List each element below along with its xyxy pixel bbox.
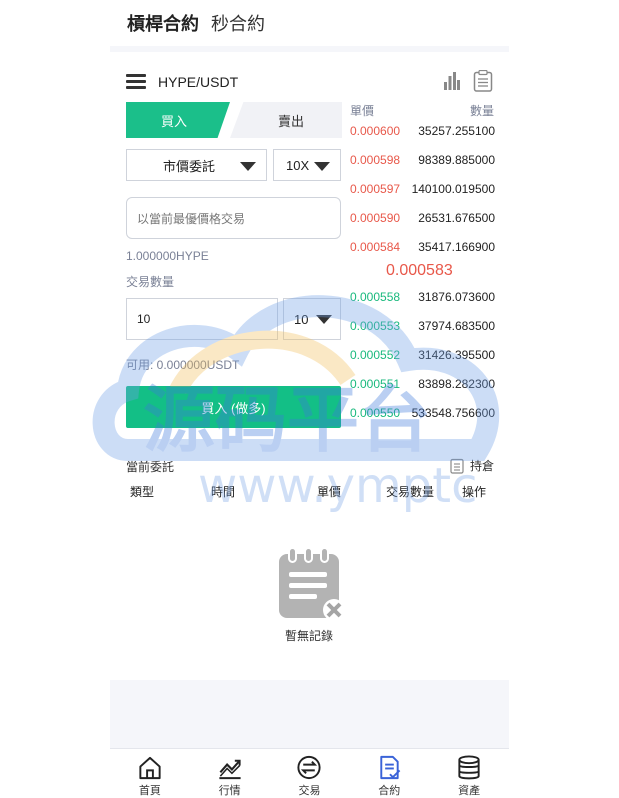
document-icon <box>450 458 464 474</box>
ask-qty: 140100.019500 <box>411 182 495 196</box>
ask-qty: 35257.255100 <box>418 124 495 138</box>
bid-price: 0.000558 <box>350 290 401 304</box>
ask-price: 0.000597 <box>350 182 401 196</box>
pair-bar: HYPE/USDT <box>126 69 496 97</box>
bid-price: 0.000550 <box>350 406 401 420</box>
coins-icon <box>458 755 480 780</box>
quantity-value: 10 <box>137 312 151 326</box>
app-frame: 槓桿合約 秒合約 HYPE/USDT 買入 賣出 市價委託 10X 以當前最優價… <box>110 0 509 798</box>
column-type: 類型 <box>130 485 155 499</box>
pair-name[interactable]: HYPE/USDT <box>158 74 238 90</box>
bid-qty: 533548.756600 <box>411 406 495 420</box>
nav-contract[interactable]: 合約 <box>349 749 429 798</box>
bid-row[interactable]: 0.000553 37974.683500 <box>350 319 495 335</box>
order-type-value: 市價委託 <box>163 158 216 174</box>
exchange-icon <box>297 755 322 780</box>
positions-link[interactable]: 持倉 <box>450 457 494 474</box>
ask-row[interactable]: 0.000600 35257.255100 <box>350 124 495 140</box>
nav-trade[interactable]: 交易 <box>270 749 350 798</box>
ask-price: 0.000584 <box>350 240 401 254</box>
home-icon <box>139 756 161 780</box>
tab-buy[interactable]: 買入 <box>126 102 230 138</box>
bid-qty: 37974.683500 <box>418 319 495 333</box>
nav-trade-label: 交易 <box>298 785 321 797</box>
bid-qty: 83898.282300 <box>418 377 495 391</box>
bid-price: 0.000551 <box>350 377 401 391</box>
bid-row[interactable]: 0.000552 31426.395500 <box>350 348 495 364</box>
bid-qty: 31426.395500 <box>418 348 495 362</box>
column-action: 操作 <box>462 485 487 499</box>
column-quantity: 交易數量 <box>386 485 435 499</box>
ask-qty: 26531.676500 <box>418 211 495 225</box>
price-input-placeholder: 以當前最優價格交易 <box>137 211 246 226</box>
tab-leverage-contract[interactable]: 槓桿合約 <box>127 10 199 36</box>
tab-second-contract[interactable]: 秒合約 <box>211 10 265 36</box>
amount-hint: 1.000000HYPE <box>126 249 209 263</box>
order-type-select[interactable]: 市價委託 <box>126 149 267 181</box>
quantity-unit-select[interactable]: 10 <box>283 298 341 340</box>
leverage-value: 10X <box>286 157 310 173</box>
ask-price: 0.000590 <box>350 211 401 225</box>
current-orders-title[interactable]: 當前委託 <box>126 458 174 475</box>
bid-price: 0.000552 <box>350 348 401 362</box>
price-input[interactable]: 以當前最優價格交易 <box>126 197 341 239</box>
bottom-navigation: 首頁 行情 交易 合約 資產 <box>110 748 509 798</box>
ask-price: 0.000598 <box>350 153 401 167</box>
ask-row[interactable]: 0.000584 35417.166900 <box>350 240 495 256</box>
nav-contract-label: 合約 <box>378 785 401 797</box>
nav-home-label: 首頁 <box>138 785 161 797</box>
orderbook-price-header: 單價 <box>350 104 375 118</box>
ask-row[interactable]: 0.000598 98389.885000 <box>350 153 495 169</box>
menu-icon[interactable] <box>126 74 146 90</box>
nav-market-label: 行情 <box>218 785 241 797</box>
nav-market[interactable]: 行情 <box>190 749 270 798</box>
ask-row[interactable]: 0.000590 26531.676500 <box>350 211 495 227</box>
ask-price: 0.000600 <box>350 124 401 138</box>
last-price: 0.000583 <box>386 262 453 279</box>
nav-assets-label: 資產 <box>458 785 481 797</box>
document-icon[interactable] <box>473 69 493 97</box>
ask-row[interactable]: 0.000597 140100.019500 <box>350 182 495 198</box>
trend-icon <box>219 759 241 780</box>
column-price: 單價 <box>317 485 342 499</box>
tab-sell[interactable]: 賣出 <box>230 102 342 138</box>
chevron-down-icon <box>240 162 256 171</box>
bid-qty: 31876.073600 <box>418 290 495 304</box>
quantity-input[interactable]: 10 <box>126 298 278 340</box>
empty-records-icon <box>276 547 346 627</box>
nav-home[interactable]: 首頁 <box>110 749 190 798</box>
available-balance: 可用: 0.000000USDT <box>126 358 240 372</box>
ask-qty: 35417.166900 <box>418 240 495 254</box>
contract-icon <box>380 755 401 780</box>
empty-records-text: 暫無記錄 <box>285 629 334 643</box>
leverage-select[interactable]: 10X <box>273 149 341 181</box>
bid-row[interactable]: 0.000558 31876.073600 <box>350 290 495 306</box>
orderbook-qty-header: 數量 <box>470 104 495 118</box>
nav-assets[interactable]: 資產 <box>429 749 509 798</box>
quantity-unit-value: 10 <box>294 311 309 327</box>
column-time: 時間 <box>211 485 236 499</box>
positions-label: 持倉 <box>470 459 495 473</box>
bid-row[interactable]: 0.000551 83898.282300 <box>350 377 495 393</box>
buy-long-button[interactable]: 買入 (做多) <box>126 386 341 428</box>
page-header: 槓桿合約 秒合約 <box>110 0 509 46</box>
chevron-down-icon <box>314 162 330 171</box>
chevron-down-icon <box>316 315 332 324</box>
bid-row[interactable]: 0.000550 533548.756600 <box>350 406 495 422</box>
chart-icon[interactable] <box>444 72 460 95</box>
ask-qty: 98389.885000 <box>418 153 495 167</box>
bid-price: 0.000553 <box>350 319 401 333</box>
quantity-label: 交易數量 <box>126 275 175 289</box>
